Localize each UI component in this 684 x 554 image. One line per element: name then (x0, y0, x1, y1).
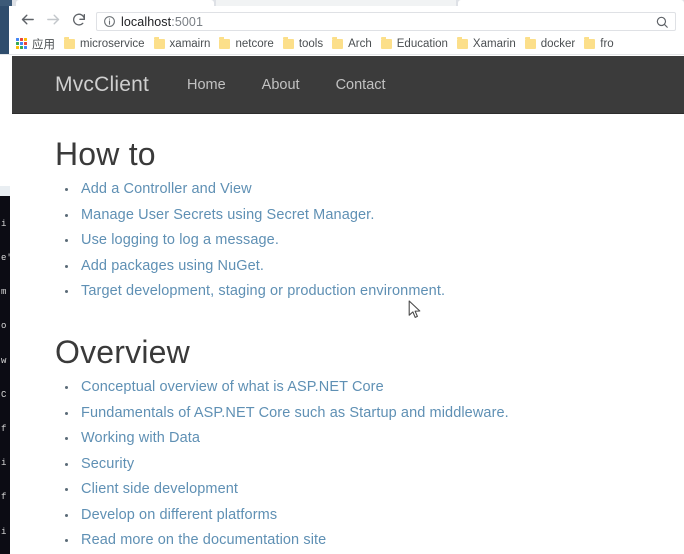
overview-list: Conceptual overview of what is ASP.NET C… (55, 379, 684, 548)
folder-icon (219, 36, 231, 49)
list-item: Fundamentals of ASP.NET Core such as Sta… (55, 405, 684, 421)
heading-how-to: How to (55, 136, 156, 172)
bookmark-label: microservice (80, 37, 145, 50)
bookmark-item-arch[interactable]: Arch (332, 36, 372, 50)
bookmark-label: Arch (348, 37, 372, 50)
link-target-environment[interactable]: Target development, staging or productio… (81, 283, 445, 299)
link-working-with-data[interactable]: Working with Data (81, 430, 200, 446)
apps-shortcut[interactable]: 应用 (16, 36, 55, 52)
list-item: Add a Controller and View (55, 181, 684, 197)
link-develop-different-platforms[interactable]: Develop on different platforms (81, 507, 277, 523)
browser-window: localhost:5001 应用 microservice xamairn n… (0, 0, 684, 554)
list-item: Working with Data (55, 430, 684, 446)
link-security[interactable]: Security (81, 456, 134, 472)
window-left-edge (0, 6, 9, 33)
nav-link-home[interactable]: Home (187, 77, 226, 93)
bookmark-label: xamairn (169, 37, 211, 50)
bookmark-label: netcore (235, 37, 274, 50)
bookmark-item-netcore[interactable]: netcore (219, 36, 274, 50)
how-to-list: Add a Controller and View Manage User Se… (55, 181, 684, 299)
bookmark-item-xamairn[interactable]: xamairn (153, 36, 211, 50)
folder-icon (380, 36, 392, 49)
back-icon[interactable] (14, 7, 40, 33)
apps-grid-icon (16, 38, 27, 49)
link-manage-user-secrets[interactable]: Manage User Secrets using Secret Manager… (81, 207, 374, 223)
list-item: Target development, staging or productio… (55, 283, 684, 299)
folder-icon (153, 36, 165, 49)
bookmark-item-fro[interactable]: fro (584, 36, 614, 50)
info-circle-icon[interactable] (103, 15, 116, 28)
page-content: How to Add a Controller and View Manage … (12, 114, 684, 554)
folder-icon (524, 36, 536, 49)
list-item: Client side development (55, 481, 684, 497)
folder-icon (456, 36, 468, 49)
list-item: Develop on different platforms (55, 507, 684, 523)
link-use-logging[interactable]: Use logging to log a message. (81, 232, 279, 248)
browser-toolbar: localhost:5001 (0, 6, 684, 33)
site-nav-links: Home About Contact (187, 77, 422, 93)
list-item: Security (55, 456, 684, 472)
link-documentation-site[interactable]: Read more on the documentation site (81, 532, 326, 548)
link-conceptual-overview[interactable]: Conceptual overview of what is ASP.NET C… (81, 379, 384, 395)
site-brand[interactable]: MvcClient (55, 73, 149, 97)
bookmark-item-microservice[interactable]: microservice (64, 36, 145, 50)
folder-icon (64, 36, 75, 49)
list-item: Use logging to log a message. (55, 232, 684, 248)
list-item: Conceptual overview of what is ASP.NET C… (55, 379, 684, 395)
bookmark-item-tools[interactable]: tools (282, 36, 324, 50)
url-host: localhost (121, 14, 172, 29)
bookmark-label: tools (298, 37, 324, 50)
bookmark-label: Education (396, 37, 448, 50)
screen: i e' m o w C f i f i f i e' m o w C f i … (0, 0, 684, 554)
url-text[interactable]: localhost:5001 (121, 15, 655, 29)
folder-icon (584, 36, 596, 49)
link-fundamentals[interactable]: Fundamentals of ASP.NET Core such as Sta… (81, 405, 509, 421)
bookmark-label: fro (600, 37, 614, 50)
page-viewport: MvcClient Home About Contact How to Add … (10, 56, 684, 554)
forward-icon[interactable] (40, 7, 66, 33)
window-left-edge-bookmarks (0, 33, 9, 54)
bookmark-item-docker[interactable]: docker (524, 36, 576, 50)
address-bar[interactable]: localhost:5001 (96, 12, 676, 31)
apps-label: 应用 (32, 38, 55, 51)
link-client-side-development[interactable]: Client side development (81, 481, 238, 497)
site-navbar: MvcClient Home About Contact (12, 56, 684, 114)
list-item: Add packages using NuGet. (55, 258, 684, 274)
url-port: :5001 (171, 14, 204, 29)
link-add-packages-nuget[interactable]: Add packages using NuGet. (81, 258, 264, 274)
nav-link-contact[interactable]: Contact (336, 77, 386, 93)
bookmark-item-education[interactable]: Education (380, 36, 448, 50)
heading-overview: Overview (55, 334, 190, 370)
list-item: Read more on the documentation site (55, 532, 684, 548)
folder-icon (282, 36, 294, 49)
folder-icon (332, 36, 344, 49)
nav-link-about[interactable]: About (262, 77, 300, 93)
zoom-search-icon[interactable] (655, 15, 669, 29)
list-item: Manage User Secrets using Secret Manager… (55, 207, 684, 223)
bookmarks-bar: 应用 microservice xamairn netcore tools Ar… (0, 33, 684, 55)
link-add-controller-and-view[interactable]: Add a Controller and View (81, 181, 252, 197)
bookmark-label: docker (540, 37, 576, 50)
bookmark-item-xamarin[interactable]: Xamarin (456, 36, 516, 50)
bookmark-label: Xamarin (472, 37, 516, 50)
reload-icon[interactable] (66, 7, 92, 33)
